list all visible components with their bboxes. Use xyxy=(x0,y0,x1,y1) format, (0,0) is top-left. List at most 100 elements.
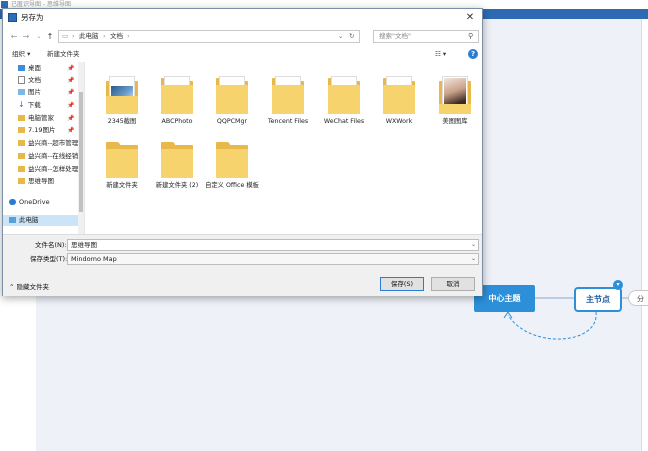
hide-folders-toggle[interactable]: ⌃ 隐藏文件夹 xyxy=(9,281,49,293)
folder-path-icon: ▭ xyxy=(62,32,69,40)
folder-item-tencent-files[interactable]: Tencent Files xyxy=(260,74,316,126)
dialog-title: 另存为 xyxy=(21,13,44,22)
filename-input[interactable]: 思维导图 ⌄ xyxy=(67,239,479,251)
nav-item-downloads[interactable]: ↓ 下载 📌 xyxy=(3,100,79,111)
folder-item-qqpcmgr[interactable]: QQPCMgr xyxy=(204,74,260,126)
nav-item-documents[interactable]: 文档 📌 xyxy=(3,75,79,86)
folder-icon xyxy=(383,74,415,114)
search-box[interactable]: 搜索"文档" ⚲ xyxy=(373,30,479,43)
folder-icon xyxy=(216,74,248,114)
folder-item-new-folder-2[interactable]: 新建文件夹 (2) xyxy=(149,138,205,190)
file-list: 2345截图 ABCPhoto QQPCMgr Tencent Files We… xyxy=(84,62,483,234)
filename-value: 思维导图 xyxy=(71,241,97,249)
photo-folder-icon xyxy=(106,74,138,114)
folder-item-new-folder[interactable]: 新建文件夹 xyxy=(94,138,150,190)
filetype-select[interactable]: Mindomo Map ⌄ xyxy=(67,253,479,265)
folder-icon xyxy=(18,127,25,133)
picture-icon xyxy=(18,89,25,95)
refresh-icon[interactable]: ↻ xyxy=(349,31,354,42)
breadcrumb-documents[interactable]: 文档 xyxy=(110,31,123,42)
folder-icon xyxy=(18,178,25,184)
folder-icon xyxy=(18,140,25,146)
folder-name: WeChat Files xyxy=(323,118,365,125)
recent-locations-icon[interactable]: ⌄ xyxy=(34,31,44,43)
desktop-icon xyxy=(18,65,25,71)
search-placeholder: 搜索"文档" xyxy=(379,32,411,40)
search-icon[interactable]: ⚲ xyxy=(468,31,473,42)
pin-icon: 📌 xyxy=(67,102,75,109)
onedrive-icon xyxy=(9,199,16,205)
nav-item-online-sales[interactable]: 益兴商--在线经销 xyxy=(3,151,79,162)
filetype-label: 保存类型(T): xyxy=(30,255,68,263)
save-as-dialog: 另存为 ✕ ← → ⌄ ↑ ▭ › 此电脑 › 文档 › ⌄ ↻ 搜索"文档" … xyxy=(2,8,483,296)
new-folder-button[interactable]: 新建文件夹 xyxy=(47,46,80,62)
nav-item-label: 益兴商--怎样处理 xyxy=(28,165,79,173)
folder-name: 新建文件夹 xyxy=(106,182,138,189)
nav-item-label: 7.19图片 xyxy=(28,126,56,134)
nav-item-pc-manager[interactable]: 电脑管家 📌 xyxy=(3,113,79,124)
nav-item-pictures[interactable]: 图片 📌 xyxy=(3,87,79,98)
pin-icon: 📌 xyxy=(67,127,75,134)
dialog-titlebar[interactable]: 另存为 ✕ xyxy=(3,9,482,28)
dialog-toolbar: 组织 ▾ 新建文件夹 ☷ ▾ ? xyxy=(3,46,482,62)
view-options-icon[interactable]: ☷ ▾ xyxy=(435,46,446,62)
folder-name: 美图图库 xyxy=(442,118,468,125)
nav-item-desktop[interactable]: 桌面 📌 xyxy=(3,63,79,74)
pin-icon: 📌 xyxy=(67,77,75,84)
nav-item-label: 图片 xyxy=(28,88,41,96)
back-arrow-icon[interactable]: ← xyxy=(9,31,19,43)
address-dropdown-icon[interactable]: ⌄ xyxy=(338,31,343,42)
help-icon[interactable]: ? xyxy=(468,49,478,59)
up-arrow-icon[interactable]: ↑ xyxy=(45,31,55,43)
folder-icon xyxy=(328,74,360,114)
chevron-down-icon[interactable]: ⌄ xyxy=(471,254,476,264)
nav-item-label: 益兴商--在线经销 xyxy=(28,152,79,160)
navigation-bar: ← → ⌄ ↑ ▭ › 此电脑 › 文档 › ⌄ ↻ 搜索"文档" ⚲ xyxy=(3,28,482,46)
folder-icon xyxy=(272,74,304,114)
folder-item-abcphoto[interactable]: ABCPhoto xyxy=(149,74,205,126)
nav-item-label: 思维导图 xyxy=(28,177,54,185)
nav-item-how-to[interactable]: 益兴商--怎样处理 xyxy=(3,164,79,175)
computer-icon xyxy=(9,217,16,223)
address-bar[interactable]: ▭ › 此电脑 › 文档 › ⌄ ↻ xyxy=(58,30,360,43)
close-icon[interactable]: ✕ xyxy=(461,9,479,27)
folder-item-meitu-gallery[interactable]: 美图图库 xyxy=(427,74,483,126)
nav-item-supermarket[interactable]: 益兴商--超市管理 xyxy=(3,138,79,149)
dialog-app-icon xyxy=(8,13,17,22)
nav-item-this-pc[interactable]: 此电脑 xyxy=(3,215,79,226)
nav-item-label: 文档 xyxy=(28,76,41,84)
breadcrumb-this-pc[interactable]: 此电脑 xyxy=(79,31,99,42)
folder-icon xyxy=(18,115,25,121)
filetype-value: Mindomo Map xyxy=(71,255,117,263)
chevron-down-icon[interactable]: ⌄ xyxy=(471,240,476,250)
folder-icon xyxy=(161,74,193,114)
folder-item-wxwork[interactable]: WXWork xyxy=(371,74,427,126)
hide-folders-label: 隐藏文件夹 xyxy=(16,283,50,291)
path-separator: › xyxy=(72,32,75,40)
cancel-button[interactable]: 取消 xyxy=(431,277,475,291)
nav-item-mindmap[interactable]: 思维导图 xyxy=(3,176,79,187)
nav-item-label: 此电脑 xyxy=(19,216,39,224)
download-icon: ↓ xyxy=(18,100,25,109)
path-separator: › xyxy=(103,32,106,40)
folder-item-wechat-files[interactable]: WeChat Files xyxy=(316,74,372,126)
sub-topic-node[interactable]: 主节点 xyxy=(574,287,622,312)
nav-item-label: 桌面 xyxy=(28,64,41,72)
nav-item-7-19-pictures[interactable]: 7.19图片 📌 xyxy=(3,125,79,136)
save-button[interactable]: 保存(S) xyxy=(380,277,424,291)
branch-node[interactable]: 分 xyxy=(628,290,648,306)
main-topic-node[interactable]: 中心主题 xyxy=(474,285,535,312)
document-icon xyxy=(18,76,25,84)
folder-name: 2345截图 xyxy=(107,118,137,125)
collapse-badge-icon[interactable]: ▾ xyxy=(613,280,623,290)
nav-item-label: 下载 xyxy=(27,101,41,109)
folder-item-office-templates[interactable]: 自定义 Office 模板 xyxy=(204,138,260,190)
folder-item-2345-screenshots[interactable]: 2345截图 xyxy=(94,74,150,126)
folder-name: Tencent Files xyxy=(267,118,309,125)
nav-scrollbar-thumb[interactable] xyxy=(79,92,83,212)
organize-menu[interactable]: 组织 ▾ xyxy=(12,46,30,62)
pin-icon: 📌 xyxy=(67,115,75,122)
navigation-pane: 桌面 📌 文档 📌 图片 📌 ↓ 下载 📌 电脑管家 📌 7.19图片 📌 益兴商--超市管理… xyxy=(3,62,84,234)
forward-arrow-icon[interactable]: → xyxy=(21,31,31,43)
nav-item-onedrive[interactable]: OneDrive xyxy=(3,197,79,208)
